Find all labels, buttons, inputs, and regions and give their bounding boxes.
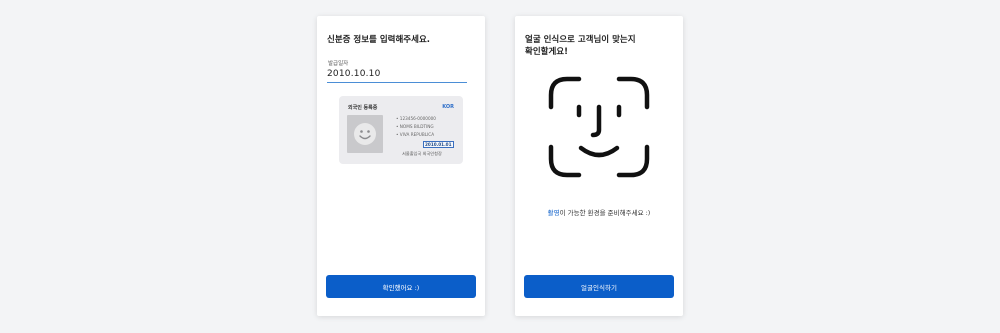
- page-title: 얼굴 인식으로 고객님이 맞는지 확인할게요!: [525, 34, 675, 58]
- id-card-image: 외국인 등록증 KOR • 123456-0000000 • NOMS BILD…: [339, 96, 463, 164]
- card-line: • VIVA REPUBLICA: [396, 132, 435, 137]
- title-line: 얼굴 인식으로 고객님이 맞는지: [525, 35, 636, 45]
- camera-hint: 촬영이 가능한 환경을 준비해주세요 :): [515, 207, 683, 217]
- card-line: • 123456-0000000: [396, 116, 436, 121]
- hint-accent: 촬영: [547, 209, 560, 217]
- issue-date-field[interactable]: 2010.10.10: [327, 69, 467, 83]
- card-issuer: 서울출입국 외국인청장: [402, 151, 442, 156]
- card-country-code: KOR: [442, 104, 454, 110]
- card-issue-date-highlight: 2010.01.01: [423, 141, 454, 148]
- title-line: 확인할게요!: [525, 47, 568, 57]
- card-title: 외국인 등록증: [348, 105, 378, 111]
- confirm-button[interactable]: 확인했어요 :): [326, 275, 476, 298]
- face-recognition-screen: 얼굴 인식으로 고객님이 맞는지 확인할게요! 촬영이 가능한 환경을 준비해주…: [515, 16, 683, 316]
- face-id-icon: [548, 76, 650, 178]
- page-title: 신분증 정보를 입력해주세요.: [327, 35, 430, 45]
- face-recognition-button[interactable]: 얼굴인식하기: [524, 275, 674, 298]
- smiley-face-icon: [354, 123, 376, 145]
- hint-text: 이 가능한 환경을 준비해주세요 :): [559, 209, 651, 217]
- card-photo: [347, 115, 383, 153]
- id-input-screen: 신분증 정보를 입력해주세요. 발급일자 2010.10.10 외국인 등록증 …: [317, 16, 485, 316]
- issue-date-label: 발급일자: [328, 61, 349, 67]
- card-line: • NOMS BILDTING: [396, 124, 434, 129]
